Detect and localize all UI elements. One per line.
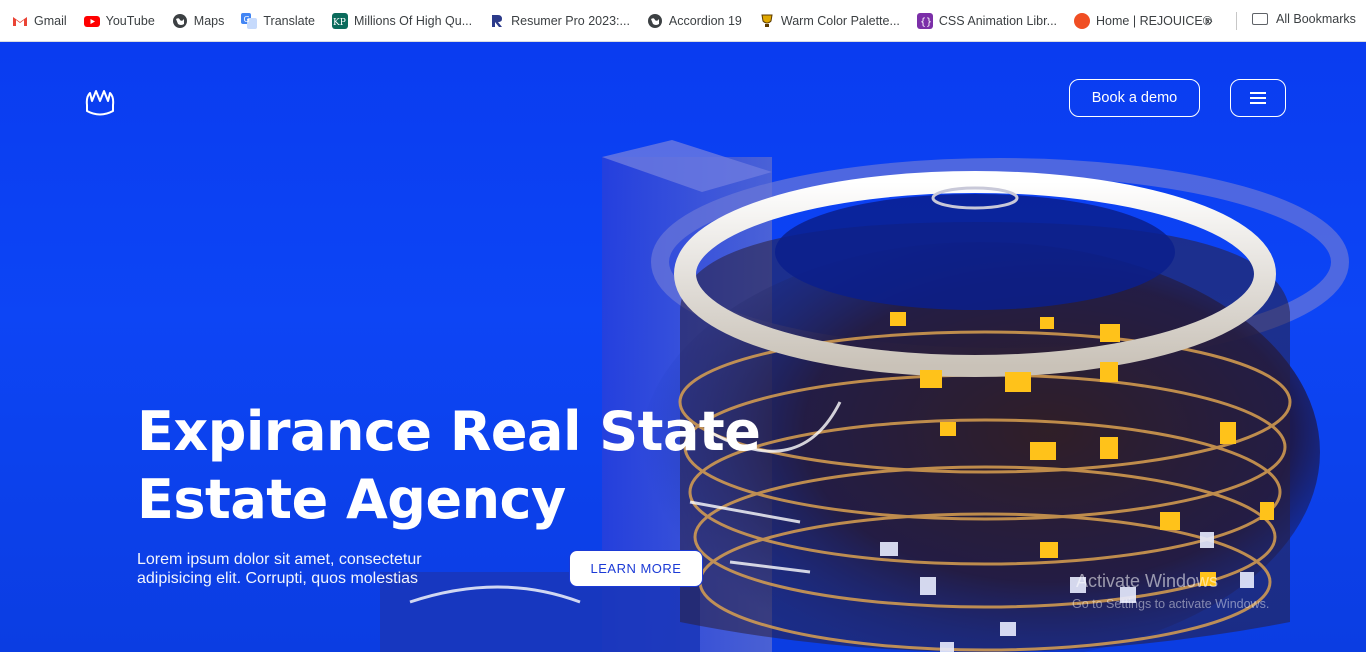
more-bookmarks-icon[interactable]: »: [1205, 12, 1213, 28]
bookmark-label: Maps: [193, 13, 225, 28]
bookmark-label: CSS Animation Libr...: [938, 13, 1058, 28]
menu-button[interactable]: [1230, 79, 1286, 117]
rejouice-icon: [1074, 12, 1091, 29]
gmail-icon: [12, 13, 28, 29]
bookmark-css-animation[interactable]: {} CSS Animation Libr...: [916, 12, 1058, 29]
svg-text:KP: KP: [333, 18, 346, 28]
bookmark-label: YouTube: [105, 13, 155, 28]
bookmark-millions[interactable]: KP Millions Of High Qu...: [332, 12, 473, 29]
globe-icon: [172, 13, 188, 29]
globe-icon: [647, 13, 663, 29]
bookmark-label: Millions Of High Qu...: [354, 13, 473, 28]
bookmark-label: Translate: [263, 13, 316, 28]
bookmark-label: Warm Color Palette...: [780, 13, 900, 28]
kp-icon: KP: [332, 12, 349, 29]
learn-more-button[interactable]: LEARN MORE: [569, 550, 703, 587]
bookmarks-bar: Gmail YouTube Maps G Translate KP Millio…: [0, 0, 1366, 42]
translate-icon: G: [241, 12, 258, 29]
folder-icon: [1252, 13, 1268, 25]
bookmark-youtube[interactable]: YouTube: [83, 13, 155, 29]
bookmarks-divider: [1236, 12, 1237, 30]
crown-logo-icon[interactable]: [82, 85, 118, 117]
all-bookmarks-button[interactable]: All Bookmarks: [1252, 12, 1356, 26]
bookmark-gmail[interactable]: Gmail: [12, 13, 67, 29]
hero-section: Book a demo Expirance Real State Estate …: [0, 42, 1366, 652]
svg-text:{}: {}: [920, 17, 932, 28]
bookmark-label: Accordion 19: [668, 13, 742, 28]
activate-windows-hint: Go to Settings to activate Windows.: [1072, 597, 1270, 611]
code-icon: {}: [916, 12, 933, 29]
bookmark-maps[interactable]: Maps: [172, 13, 225, 29]
bookmark-translate[interactable]: G Translate: [241, 12, 316, 29]
trophy-icon: [759, 13, 775, 29]
svg-text:G: G: [244, 15, 250, 24]
hero-title-line2: Estate Agency: [137, 468, 566, 531]
bookmark-warm-color[interactable]: Warm Color Palette...: [759, 13, 900, 29]
book-demo-button[interactable]: Book a demo: [1069, 79, 1200, 117]
hero-subtitle: Lorem ipsum dolor sit amet, consectetur …: [137, 551, 422, 587]
bookmark-label: Resumer Pro 2023:...: [511, 13, 630, 28]
activate-windows-title: Activate Windows: [1076, 571, 1219, 591]
hero-title: Expirance Real State Estate Agency: [137, 398, 761, 534]
resumer-icon: [489, 13, 505, 29]
bookmark-accordion[interactable]: Accordion 19: [647, 13, 742, 29]
bookmark-label: Gmail: [34, 13, 67, 28]
hamburger-icon: [1250, 92, 1266, 104]
bookmark-label: Home | REJOUICE®: [1096, 13, 1212, 28]
bookmark-resumer[interactable]: Resumer Pro 2023:...: [489, 13, 630, 29]
youtube-icon: [83, 13, 100, 29]
hero-title-line1: Expirance Real State: [137, 400, 761, 463]
bookmark-rejouice[interactable]: Home | REJOUICE®: [1074, 12, 1212, 29]
glass-building-image: [380, 140, 1349, 652]
all-bookmarks-label: All Bookmarks: [1276, 12, 1356, 26]
